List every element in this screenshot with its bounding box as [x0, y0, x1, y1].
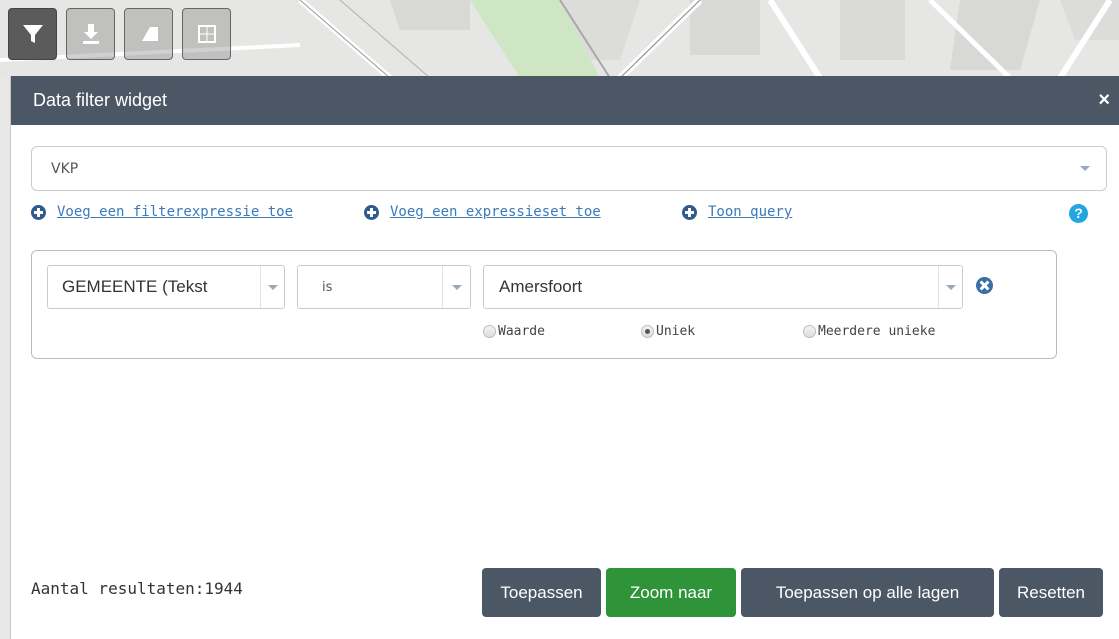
operator-select-arrow[interactable]: [442, 266, 470, 308]
plus-circle-icon: [31, 204, 46, 220]
data-filter-widget: Data filter widget × VKP Voeg een filter…: [10, 76, 1119, 639]
add-expression-set-label: Voeg een expressieset toe: [390, 204, 601, 220]
layer-select-value: VKP: [51, 160, 79, 177]
back-icon: [141, 27, 158, 41]
radio-meerdere-unieke[interactable]: Meerdere unieke: [803, 324, 935, 339]
help-icon[interactable]: ?: [1069, 204, 1088, 223]
show-query-link[interactable]: Toon query: [682, 204, 792, 220]
remove-expression-icon[interactable]: [976, 277, 993, 294]
radio-button-checked[interactable]: [641, 325, 654, 338]
add-filter-expression-label: Voeg een filterexpressie toe: [57, 204, 294, 220]
radio-uniek[interactable]: Uniek: [641, 324, 695, 339]
chevron-down-icon: [451, 284, 462, 290]
radio-button[interactable]: [803, 325, 816, 338]
value-select-value: Amersfoort: [499, 277, 583, 296]
radio-waarde[interactable]: Waarde: [483, 324, 545, 339]
filter-tool-button[interactable]: [8, 8, 57, 60]
chevron-down-icon: [1080, 166, 1090, 171]
widget-title: Data filter widget: [33, 90, 168, 110]
chevron-down-icon: [945, 284, 956, 290]
radio-waarde-label: Waarde: [498, 324, 545, 339]
value-type-options: Waarde Uniek Meerdere unieke: [483, 324, 1023, 344]
close-button[interactable]: ×: [1098, 89, 1110, 112]
plus-circle-icon: [682, 204, 697, 220]
add-expression-set-link[interactable]: Voeg een expressieset toe: [364, 204, 601, 220]
show-query-label: Toon query: [708, 204, 793, 220]
apply-all-layers-button[interactable]: Toepassen op alle lagen: [741, 568, 994, 617]
apply-button[interactable]: Toepassen: [482, 568, 601, 617]
field-select-arrow[interactable]: [260, 266, 284, 308]
grid-tool-button[interactable]: [182, 8, 231, 60]
field-select-value: GEMEENTE (Tekst: [62, 277, 208, 296]
radio-meerdere-unieke-label: Meerdere unieke: [818, 324, 936, 339]
radio-uniek-label: Uniek: [656, 324, 696, 339]
download-tool-button[interactable]: [66, 8, 115, 60]
value-select[interactable]: Amersfoort: [483, 265, 963, 309]
chevron-down-icon: [267, 284, 278, 290]
field-select[interactable]: GEMEENTE (Tekst: [47, 265, 285, 309]
layer-select[interactable]: VKP: [31, 146, 1107, 191]
add-filter-expression-link[interactable]: Voeg een filterexpressie toe: [31, 204, 293, 220]
value-select-arrow[interactable]: [938, 266, 962, 308]
operator-select-value: is: [322, 279, 333, 295]
results-count: Aantal resultaten:1944: [31, 579, 243, 598]
filter-icon: [22, 25, 43, 43]
download-icon: [82, 24, 99, 44]
widget-header: Data filter widget ×: [11, 76, 1119, 125]
back-tool-button[interactable]: [124, 8, 173, 60]
radio-button[interactable]: [483, 325, 496, 338]
plus-circle-icon: [364, 204, 379, 220]
filter-links: Voeg een filterexpressie toe Voeg een ex…: [31, 204, 1111, 226]
map-toolbar: [8, 8, 231, 60]
filter-expression: GEMEENTE (Tekst is Amersfoort Waarde Uni…: [31, 250, 1057, 359]
grid-icon: [197, 25, 216, 43]
reset-button[interactable]: Resetten: [999, 568, 1103, 617]
zoom-to-button[interactable]: Zoom naar: [606, 568, 736, 617]
operator-select[interactable]: is: [297, 265, 471, 309]
